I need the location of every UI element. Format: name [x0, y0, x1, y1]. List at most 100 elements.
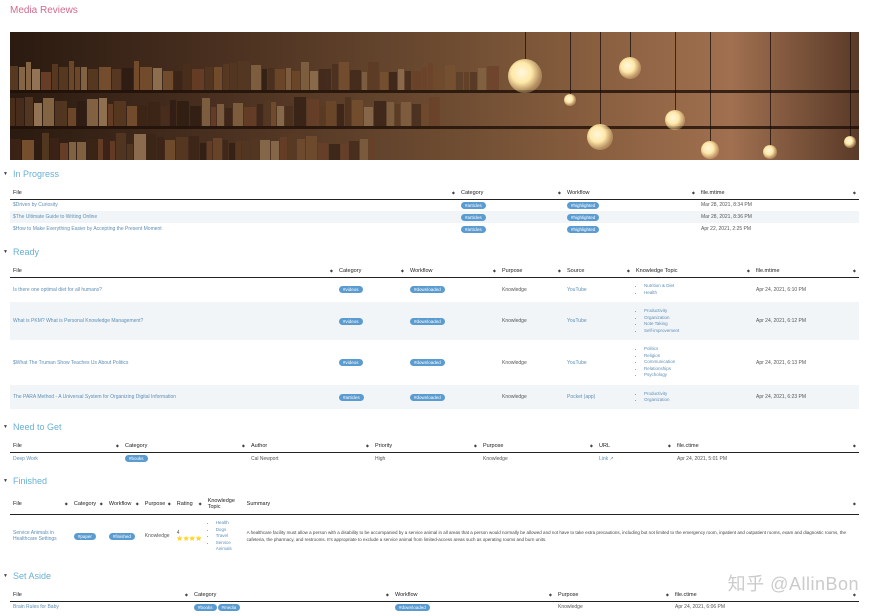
column-header-purpose[interactable]: Purpose ◆ — [499, 265, 564, 278]
file-link[interactable]: Brain Rules for Baby — [13, 604, 59, 610]
workflow-tag[interactable]: #highlighted — [567, 225, 600, 233]
sort-arrow-icon[interactable]: ◆ — [65, 501, 68, 506]
sort-arrow-icon[interactable]: ◆ — [242, 443, 245, 448]
column-header-url[interactable]: URL ◆ — [596, 440, 674, 453]
sort-arrow-icon[interactable]: ◆ — [366, 443, 369, 448]
sort-arrow-icon[interactable]: ◆ — [590, 443, 593, 448]
column-header-file[interactable]: File ◆ — [10, 494, 71, 515]
section-finished[interactable]: ▼ Finished — [3, 476, 47, 486]
source-link[interactable]: YouTube — [567, 360, 587, 366]
column-header-category[interactable]: Category ◆ — [458, 187, 564, 200]
list-item[interactable]: Organization — [644, 397, 750, 404]
sort-arrow-icon[interactable]: ◆ — [558, 268, 561, 273]
sort-arrow-icon[interactable]: ◆ — [330, 268, 333, 273]
section-need-to-get[interactable]: ▼ Need to Get — [3, 422, 61, 432]
category-tag[interactable]: #videos — [339, 286, 363, 294]
column-header-category[interactable]: Category ◆ — [191, 589, 392, 602]
column-header-knowledge-topic[interactable]: Knowledge Topic — [204, 494, 244, 515]
sort-arrow-icon[interactable]: ◆ — [493, 268, 496, 273]
file-link[interactable]: $The Ultimate Guide to Writing Online — [13, 214, 97, 220]
section-ready[interactable]: ▼ Ready — [3, 247, 39, 257]
source-link[interactable]: YouTube — [567, 287, 587, 293]
sort-arrow-icon[interactable]: ◆ — [666, 592, 669, 597]
category-tag[interactable]: #articles — [339, 393, 364, 401]
column-header-workflow[interactable]: Workflow ◆ — [105, 494, 142, 515]
sort-arrow-icon[interactable]: ◆ — [136, 501, 139, 506]
column-header-source[interactable]: Source ◆ — [564, 265, 633, 278]
column-header-file[interactable]: File ◆ — [10, 440, 122, 453]
category-tag[interactable]: #paper — [73, 532, 96, 540]
list-item[interactable]: Psychology — [644, 372, 750, 379]
sort-arrow-icon[interactable]: ◆ — [474, 443, 477, 448]
category-tag[interactable]: #articles — [461, 213, 486, 221]
column-header-file[interactable]: File ◆ — [10, 265, 336, 278]
workflow-tag[interactable]: #highlighted — [567, 201, 600, 209]
sort-arrow-icon[interactable]: ◆ — [627, 268, 630, 273]
category-tag[interactable]: #articles — [461, 225, 486, 233]
column-header-purpose[interactable]: Purpose ◆ — [555, 589, 672, 602]
workflow-tag[interactable]: #finished — [108, 532, 135, 540]
column-header-workflow[interactable]: Workflow ◆ — [392, 589, 555, 602]
category-tag[interactable]: #videos — [339, 317, 363, 325]
sort-arrow-icon[interactable]: ◆ — [558, 190, 561, 195]
sort-arrow-icon[interactable]: ◆ — [853, 268, 856, 273]
sort-arrow-icon[interactable]: ◆ — [100, 501, 103, 506]
caret-down-icon[interactable]: ▼ — [3, 171, 8, 177]
sort-arrow-icon[interactable]: ◆ — [853, 443, 856, 448]
sort-arrow-icon[interactable]: ◆ — [853, 501, 856, 506]
column-header-purpose[interactable]: Purpose ◆ — [480, 440, 596, 453]
category-tag[interactable]: #books — [125, 455, 148, 463]
column-header-file[interactable]: File ◆ — [10, 589, 191, 602]
column-header-workflow[interactable]: Workflow ◆ — [564, 187, 698, 200]
column-header-priority[interactable]: Priority ◆ — [372, 440, 480, 453]
workflow-tag[interactable]: #downloaded — [410, 359, 445, 366]
sort-arrow-icon[interactable]: ◆ — [853, 190, 856, 195]
sort-arrow-icon[interactable]: ◆ — [116, 443, 119, 448]
column-header-file[interactable]: File ◆ — [10, 187, 458, 200]
file-link[interactable]: $Driven by Curiosity — [13, 202, 58, 208]
column-header-ctime[interactable]: file.ctime ◆ — [674, 440, 859, 453]
sort-arrow-icon[interactable]: ◆ — [185, 592, 188, 597]
file-link[interactable]: $How to Make Everything Easier by Accept… — [13, 226, 162, 232]
workflow-tag[interactable]: #downloaded — [410, 393, 445, 401]
workflow-tag[interactable]: #downloaded — [410, 286, 445, 294]
sort-arrow-icon[interactable]: ◆ — [386, 592, 389, 597]
column-header-workflow[interactable]: Workflow ◆ — [407, 265, 499, 278]
list-item[interactable]: Service Animals — [216, 540, 241, 553]
source-link[interactable]: YouTube — [567, 318, 587, 324]
caret-down-icon[interactable]: ▼ — [3, 478, 8, 484]
file-link[interactable]: What is PKM? What is Personal Knowledge … — [13, 318, 143, 324]
source-link[interactable]: Pocket (app) — [567, 394, 595, 400]
column-header-knowledge-topic[interactable]: Knowledge Topic ◆ — [633, 265, 753, 278]
column-header-mtime[interactable]: file.mtime ◆ — [698, 187, 859, 200]
sort-arrow-icon[interactable]: ◆ — [168, 501, 171, 506]
section-in-progress[interactable]: ▼ In Progress — [3, 169, 59, 179]
column-header-category[interactable]: Category ◆ — [122, 440, 248, 453]
sort-arrow-icon[interactable]: ◆ — [668, 443, 671, 448]
caret-down-icon[interactable]: ▼ — [3, 424, 8, 430]
column-header-author[interactable]: Author ◆ — [248, 440, 372, 453]
category-tag[interactable]: #media — [217, 603, 241, 611]
category-tag[interactable]: #articles — [461, 201, 486, 209]
column-header-category[interactable]: Category ◆ — [336, 265, 407, 278]
workflow-tag[interactable]: #downloaded — [410, 317, 445, 325]
sort-arrow-icon[interactable]: ◆ — [692, 190, 695, 195]
sort-arrow-icon[interactable]: ◆ — [549, 592, 552, 597]
column-header-rating[interactable]: Rating ◆ — [173, 494, 205, 515]
workflow-tag[interactable]: #downloaded — [395, 603, 430, 611]
caret-down-icon[interactable]: ▼ — [3, 573, 8, 579]
column-header-summary[interactable]: Summary ◆ — [243, 494, 859, 515]
sort-arrow-icon[interactable]: ◆ — [747, 268, 750, 273]
url-link[interactable]: Link ↗ — [599, 456, 614, 462]
file-link[interactable]: The PARA Method - A Universal System for… — [13, 394, 176, 400]
column-header-category[interactable]: Category ◆ — [70, 494, 106, 515]
sort-arrow-icon[interactable]: ◆ — [401, 268, 404, 273]
workflow-tag[interactable]: #highlighted — [567, 213, 600, 221]
column-header-purpose[interactable]: Purpose ◆ — [141, 494, 174, 515]
caret-down-icon[interactable]: ▼ — [3, 249, 8, 255]
column-header-mtime[interactable]: file.mtime ◆ — [753, 265, 859, 278]
file-link[interactable]: Is there one optimal diet for all humans… — [13, 287, 102, 293]
file-link[interactable]: Deep Work — [13, 456, 38, 462]
category-tag[interactable]: #videos — [339, 359, 363, 366]
sort-arrow-icon[interactable]: ◆ — [452, 190, 455, 195]
